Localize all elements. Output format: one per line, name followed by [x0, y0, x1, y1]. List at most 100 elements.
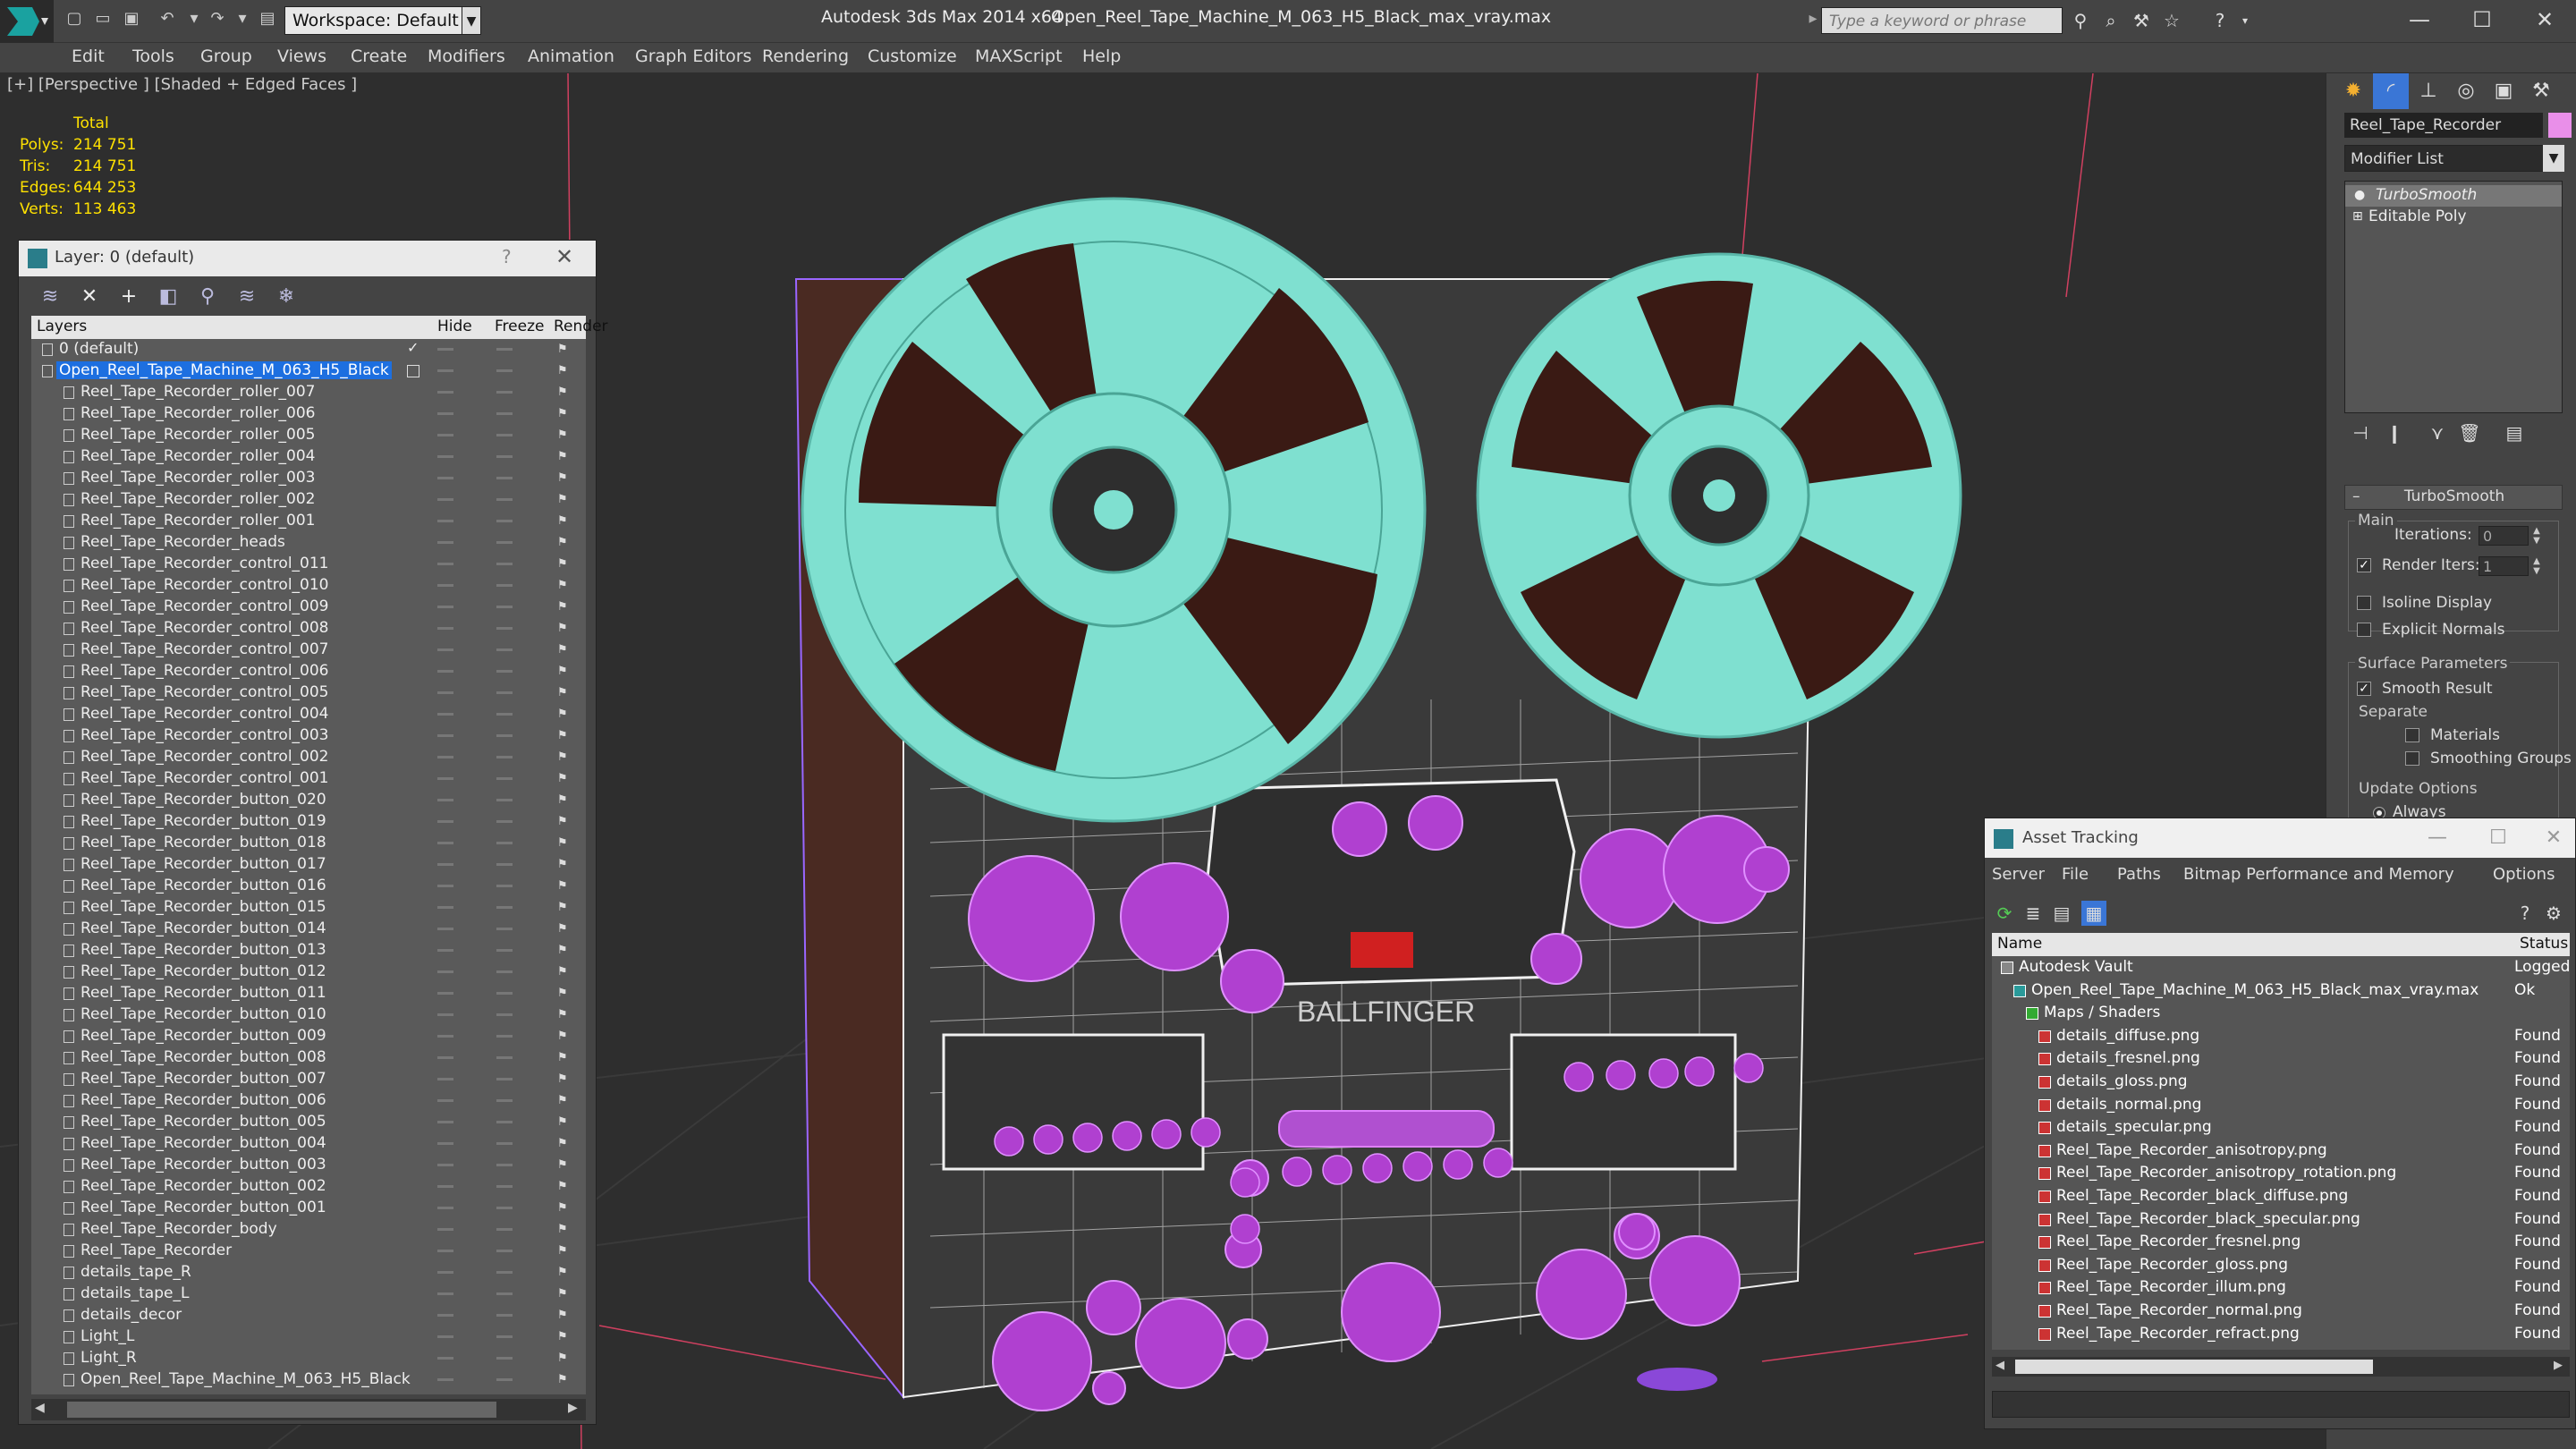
freeze-toggle[interactable] [496, 670, 513, 673]
asset-row[interactable]: details_fresnel.png Found [1992, 1047, 2570, 1071]
asset-row[interactable]: Reel_Tape_Recorder_normal.png Found [1992, 1300, 2570, 1323]
help-icon[interactable]: ? [2512, 901, 2538, 926]
freeze-toggle[interactable] [496, 584, 513, 587]
render-toggle-icon[interactable]: ⚑ [557, 558, 572, 570]
layer-object-row[interactable]: Reel_Tape_Recorder_button_008 ⚑ [31, 1047, 586, 1069]
hide-toggle[interactable] [437, 1292, 453, 1295]
refresh-icon[interactable]: ⟳ [1992, 901, 2017, 926]
scroll-right-icon[interactable]: ▶ [568, 1401, 578, 1415]
table-view-icon[interactable]: ▦ [2081, 901, 2106, 926]
layer-object-row[interactable]: Reel_Tape_Recorder_button_005 ⚑ [31, 1112, 586, 1133]
freeze-toggle[interactable] [496, 412, 513, 415]
hide-toggle[interactable] [437, 1207, 453, 1209]
project-folder-icon[interactable]: ▤ [258, 9, 277, 29]
asset-row[interactable]: Maps / Shaders [1992, 1002, 2570, 1025]
layer-object-row[interactable]: Reel_Tape_Recorder_control_009 ⚑ [31, 597, 586, 618]
hide-toggle[interactable] [437, 820, 453, 823]
render-toggle-icon[interactable]: ⚑ [557, 945, 572, 956]
stack-item-editable-poly[interactable]: ⊞ Editable Poly [2345, 207, 2562, 228]
layer-object-row[interactable]: Reel_Tape_Recorder_button_010 ⚑ [31, 1004, 586, 1026]
layer-manager-titlebar[interactable]: Layer: 0 (default) ? ✕ [19, 241, 596, 276]
layer-object-row[interactable]: Reel_Tape_Recorder_button_014 ⚑ [31, 919, 586, 940]
layer-object-row[interactable]: Reel_Tape_Recorder_control_006 ⚑ [31, 661, 586, 682]
hide-column-header[interactable]: Hide [437, 318, 472, 335]
layer-object-row[interactable]: Reel_Tape_Recorder_control_004 ⚑ [31, 704, 586, 725]
render-toggle-icon[interactable]: ⚑ [557, 580, 572, 591]
render-toggle-icon[interactable]: ⚑ [557, 751, 572, 763]
minimize-button[interactable]: — [2388, 0, 2451, 39]
render-toggle-icon[interactable]: ⚑ [557, 708, 572, 720]
freeze-toggle[interactable] [496, 627, 513, 630]
show-end-result-icon[interactable]: ❙ [2382, 420, 2407, 445]
asset-row[interactable]: Reel_Tape_Recorder_refract.png Found [1992, 1323, 2570, 1346]
smooth-result-checkbox[interactable]: ✓ [2357, 682, 2371, 696]
freeze-column-header[interactable]: Freeze [495, 318, 544, 335]
layer-object-row[interactable]: Reel_Tape_Recorder_heads ⚑ [31, 532, 586, 554]
render-toggle-icon[interactable]: ⚑ [557, 429, 572, 441]
layer-object-row[interactable]: Reel_Tape_Recorder_roller_003 ⚑ [31, 468, 586, 489]
lightbulb-icon[interactable]: ● [2354, 189, 2367, 201]
render-toggle-icon[interactable]: ⚑ [557, 343, 572, 355]
hide-toggle[interactable] [437, 1378, 453, 1381]
motion-tab-icon[interactable]: ◎ [2448, 73, 2484, 109]
hide-toggle[interactable] [437, 412, 453, 415]
settings-icon[interactable]: ⚙ [2541, 901, 2566, 926]
spinner-arrows-icon[interactable]: ▲ ▼ [2530, 556, 2543, 576]
layer-object-row[interactable]: Reel_Tape_Recorder_button_002 ⚑ [31, 1176, 586, 1198]
freeze-toggle[interactable] [496, 563, 513, 565]
freeze-toggle[interactable] [496, 455, 513, 458]
name-column-header[interactable]: Name [1997, 935, 2042, 953]
hide-toggle[interactable] [437, 563, 453, 565]
hide-toggle[interactable] [437, 1271, 453, 1274]
freeze-toggle[interactable] [496, 391, 513, 394]
chevron-down-icon[interactable]: ▼ [462, 6, 481, 35]
render-toggle-icon[interactable]: ⚑ [557, 365, 572, 377]
create-tab-icon[interactable]: ✹ [2335, 73, 2371, 109]
asset-row[interactable]: Reel_Tape_Recorder_illum.png Found [1992, 1276, 2570, 1300]
freeze-toggle[interactable] [496, 606, 513, 608]
layer-object-row[interactable]: Reel_Tape_Recorder_body ⚑ [31, 1219, 586, 1241]
hide-toggle[interactable] [437, 434, 453, 436]
close-button[interactable]: ✕ [2536, 826, 2572, 851]
minimize-button[interactable]: — [2419, 826, 2455, 851]
hide-toggle[interactable] [437, 1056, 453, 1059]
current-layer-check-icon[interactable]: ✓ [407, 339, 419, 356]
render-toggle-icon[interactable]: ⚑ [557, 472, 572, 484]
layer-object-row[interactable]: details_tape_R ⚑ [31, 1262, 586, 1284]
layer-object-row[interactable]: Reel_Tape_Recorder_roller_005 ⚑ [31, 425, 586, 446]
freeze-toggle[interactable] [496, 477, 513, 479]
asset-path-field[interactable] [1992, 1391, 2570, 1418]
new-file-icon[interactable]: ▢ [64, 9, 84, 29]
stack-item-turbosmooth[interactable]: ● TurboSmooth [2345, 185, 2562, 207]
layer-object-row[interactable]: Reel_Tape_Recorder_button_004 ⚑ [31, 1133, 586, 1155]
tree-view-icon[interactable]: ▤ [2049, 901, 2074, 926]
binoculars-icon[interactable]: ⚲ [2068, 8, 2093, 33]
layer-object-row[interactable]: Reel_Tape_Recorder_button_001 ⚑ [31, 1198, 586, 1219]
spinner-arrows-icon[interactable]: ▲ ▼ [2530, 526, 2543, 546]
redo-dropdown-icon[interactable]: ▾ [233, 9, 252, 29]
object-color-swatch[interactable] [2548, 113, 2572, 138]
maximize-button[interactable]: ☐ [2451, 0, 2513, 39]
menu-group[interactable]: Group [200, 47, 252, 66]
asset-tracking-titlebar[interactable]: Asset Tracking — ☐ ✕ [1985, 818, 2575, 858]
freeze-toggle[interactable] [496, 369, 513, 372]
render-toggle-icon[interactable]: ⚑ [557, 1331, 572, 1343]
freeze-toggle[interactable] [496, 863, 513, 866]
render-toggle-icon[interactable]: ⚑ [557, 880, 572, 892]
layer-object-row[interactable]: details_decor ⚑ [31, 1305, 586, 1326]
asset-menu-paths[interactable]: Paths [2117, 865, 2161, 884]
asset-row[interactable]: details_diffuse.png Found [1992, 1025, 2570, 1048]
freeze-toggle[interactable] [496, 691, 513, 694]
asset-row[interactable]: Open_Reel_Tape_Machine_M_063_H5_Black_ma… [1992, 979, 2570, 1003]
asset-menu-file[interactable]: File [2062, 865, 2089, 884]
layer-horizontal-scrollbar[interactable]: ◀ ▶ [31, 1399, 586, 1420]
render-toggle-icon[interactable]: ⚑ [557, 408, 572, 419]
save-file-icon[interactable]: ▣ [122, 9, 141, 29]
hide-toggle[interactable] [437, 1314, 453, 1317]
hide-toggle[interactable] [437, 391, 453, 394]
search-input[interactable]: Type a keyword or phrase [1821, 7, 2063, 34]
smoothing-groups-checkbox[interactable] [2405, 751, 2419, 766]
freeze-toggle[interactable] [496, 1056, 513, 1059]
hide-toggle[interactable] [437, 1164, 453, 1166]
freeze-toggle[interactable] [496, 434, 513, 436]
